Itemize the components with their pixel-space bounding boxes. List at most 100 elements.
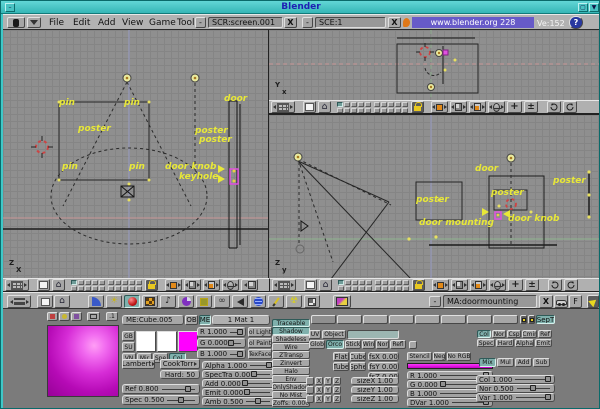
texture-channel-slot[interactable] — [389, 315, 414, 324]
ztransp-toggle[interactable]: ZTransp — [272, 351, 310, 359]
draw-type-menu-button[interactable] — [431, 101, 448, 113]
script-buttons-tab[interactable] — [304, 295, 320, 308]
draw-type-menu-button[interactable] — [432, 279, 449, 291]
home-view-button[interactable]: ⌂ — [319, 279, 332, 291]
spectra-slider[interactable]: SpecTra 0.00 — [202, 370, 275, 379]
blend-mul-button[interactable]: Mul — [497, 358, 514, 367]
rotate-ccw-button[interactable] — [547, 101, 561, 113]
menu-game[interactable]: Game — [149, 18, 176, 28]
color-swatch-col[interactable] — [136, 331, 156, 352]
layer-buttons[interactable] — [337, 102, 371, 113]
mapto-ref-button[interactable]: Ref — [538, 330, 552, 338]
lock-button[interactable] — [411, 101, 424, 113]
out-col-slider[interactable]: Col 1.000 — [476, 375, 555, 384]
blend-mix-button[interactable]: Mix — [479, 358, 496, 367]
pointer-button[interactable] — [587, 295, 599, 308]
menu-edit[interactable]: Edit — [73, 18, 90, 28]
sizey-field[interactable]: sizeY 1.00 — [351, 386, 399, 394]
alpha-slider[interactable]: Alpha 1.000 — [202, 361, 275, 370]
menu-view[interactable]: View — [122, 18, 143, 28]
world-buttons-tab[interactable] — [250, 295, 266, 308]
plus-minus-button[interactable]: ± — [525, 279, 539, 291]
auto-name-button[interactable] — [554, 295, 568, 308]
home-view-button[interactable]: ⌂ — [318, 101, 331, 113]
sept-button[interactable]: SepT — [536, 315, 555, 324]
texture-paste-button[interactable] — [528, 315, 535, 324]
lock-button[interactable] — [412, 279, 425, 291]
preview-cube-button[interactable] — [71, 312, 82, 321]
texture-channel-slot[interactable] — [415, 315, 440, 324]
mapto-alpha-button[interactable]: Alpha — [515, 339, 534, 347]
orientation-menu-button[interactable] — [488, 101, 505, 113]
display-buttons-tab[interactable] — [333, 295, 351, 308]
axis-x-button[interactable]: X — [315, 377, 323, 385]
material-delete-button[interactable]: X — [539, 295, 553, 308]
shading-button[interactable] — [37, 279, 50, 291]
small-option-button[interactable] — [409, 341, 417, 349]
blender-logo-button[interactable] — [7, 17, 25, 28]
cube-menu-button[interactable] — [451, 279, 468, 291]
ofsx-field[interactable]: ofsX 0.000 — [368, 352, 399, 361]
tube-button[interactable]: Tube — [333, 362, 349, 371]
rotate-cw-button[interactable] — [563, 101, 577, 113]
lamp-buttons-tab[interactable]: ☀ — [106, 295, 122, 308]
home-button[interactable]: ⌂ — [54, 295, 70, 308]
window-type-menu-button[interactable] — [27, 17, 41, 28]
texface-button[interactable]: TexFace — [248, 349, 272, 359]
layer-buttons[interactable] — [374, 102, 408, 113]
shadow-toggle[interactable]: Shadow — [272, 327, 310, 335]
translate-button[interactable]: + — [508, 279, 523, 291]
mapto-csp-button[interactable]: Csp — [507, 330, 521, 338]
env-toggle[interactable]: Env — [272, 375, 310, 383]
ofsy-field[interactable]: ofsY 0.000 — [368, 362, 399, 371]
layer-buttons[interactable] — [71, 280, 105, 291]
preview-flat-button[interactable] — [47, 312, 58, 321]
plus-minus-button[interactable]: ± — [524, 101, 538, 113]
blend-add-button[interactable]: Add — [515, 358, 532, 367]
draw-type-menu-button[interactable] — [165, 279, 182, 291]
cube-menu-button[interactable] — [450, 101, 467, 113]
menu-add[interactable]: Add — [98, 18, 115, 28]
nomist-toggle[interactable]: No Mist — [272, 391, 310, 399]
wire-toggle[interactable]: Wire — [272, 343, 310, 351]
texture-channel-slot[interactable] — [441, 315, 466, 324]
viewmode-menu-button[interactable] — [272, 279, 296, 291]
radiosity-buttons-tab[interactable]: ☢ — [286, 295, 302, 308]
cube-menu-button[interactable] — [184, 279, 201, 291]
sound-buttons-tab[interactable] — [232, 295, 248, 308]
buttons-window-menu-button[interactable] — [7, 295, 31, 308]
screen-delete-button[interactable]: X — [284, 17, 297, 28]
scene-collapse-button[interactable]: - — [302, 17, 313, 28]
material-count-field[interactable]: 1 Mat 1 — [212, 315, 270, 325]
pivot-menu-button[interactable] — [470, 279, 487, 291]
mesh-name-field[interactable]: ME:Cube.005 — [122, 315, 184, 325]
me-link-button[interactable]: ME — [199, 315, 211, 325]
hsv-mode-button[interactable]: SU — [122, 342, 135, 352]
screen-name-field[interactable]: SCR:screen.001 — [208, 17, 283, 28]
shadeless-toggle[interactable]: Shadeless — [272, 335, 310, 343]
texture-copy-button[interactable] — [520, 315, 527, 324]
view-buttons-tab[interactable] — [88, 295, 104, 308]
sphe-button[interactable]: Sphe — [350, 362, 366, 371]
axis-x-button[interactable]: X — [315, 386, 323, 394]
onlyshadow-toggle[interactable]: OnlyShadow — [272, 383, 310, 391]
texture-buttons-tab[interactable] — [142, 295, 158, 308]
texture-channel-slot[interactable] — [311, 315, 336, 324]
mapto-col-button[interactable]: Col — [477, 330, 491, 338]
rgb-mode-button[interactable]: GB — [122, 331, 135, 341]
vcol-light-button[interactable]: ol Light — [248, 327, 272, 337]
emit-slider[interactable]: Emit 0.000 — [202, 388, 275, 397]
preview-sphere-button[interactable] — [59, 312, 70, 321]
texture-channel-slot[interactable] — [493, 315, 518, 324]
anim-buttons-tab[interactable]: ♪ — [160, 295, 176, 308]
menu-file[interactable]: File — [49, 18, 64, 28]
axis-z-button[interactable]: Z — [333, 386, 341, 394]
zoffs-field[interactable]: Zoffs: 0.000 — [272, 399, 310, 407]
hardness-field[interactable]: Hard: 50 — [160, 370, 200, 379]
vcol-paint-button[interactable]: ol Paint — [248, 338, 272, 348]
screen-collapse-button[interactable]: - — [195, 17, 206, 28]
uv-button[interactable]: UV — [309, 330, 321, 339]
translate-button[interactable]: + — [507, 101, 522, 113]
mapto-spec-button[interactable]: Spec — [477, 339, 495, 347]
win-button[interactable]: Win — [362, 340, 375, 349]
